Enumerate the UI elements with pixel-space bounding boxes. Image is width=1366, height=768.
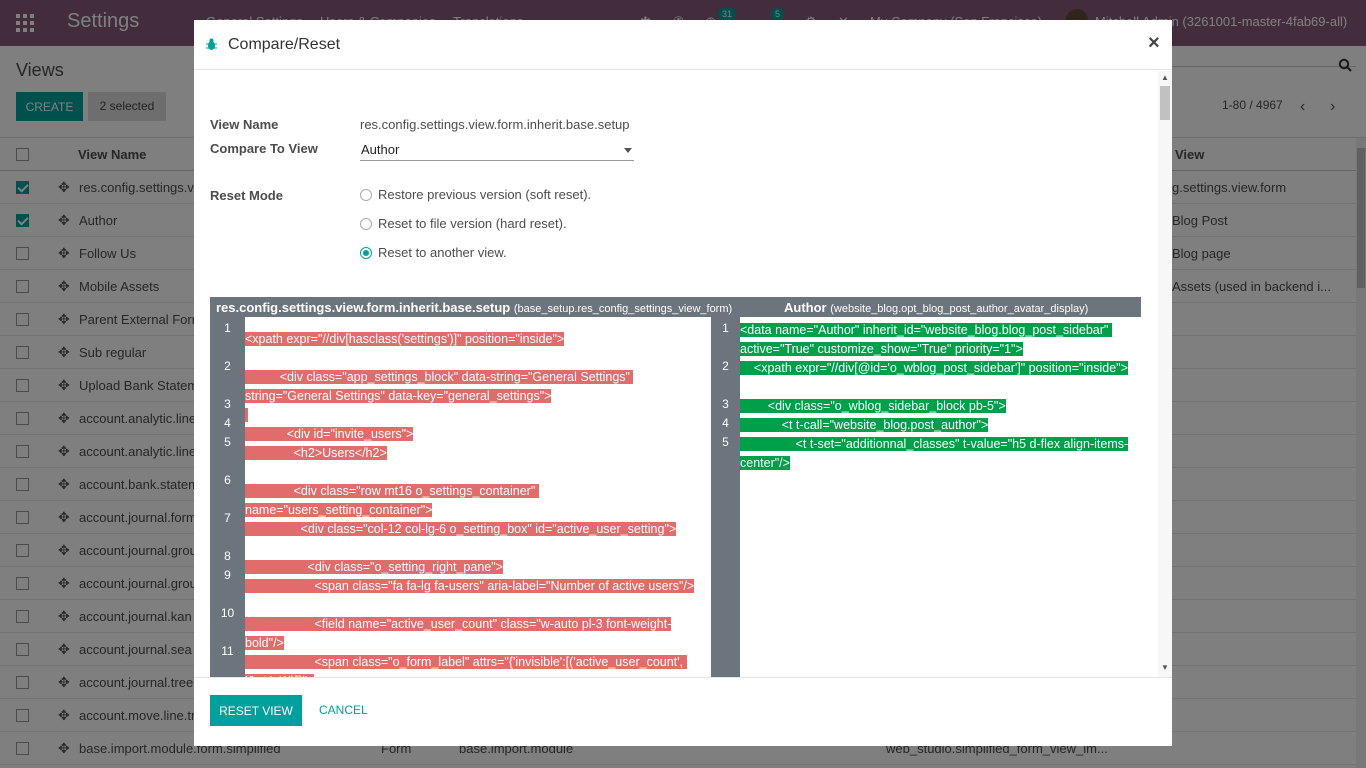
- removed-code-text: <div class="o_setting_right_pane">: [245, 560, 503, 574]
- diff-left-line-number: 10: [220, 606, 235, 620]
- diff-table: res.config.settings.view.form.inherit.ba…: [210, 297, 1141, 677]
- compare-reset-dialog: Compare/Reset × View Name res.config.set…: [194, 20, 1172, 746]
- dialog-header: Compare/Reset ×: [194, 20, 1172, 70]
- diff-left-line: <div class="o_setting_right_pane">: [245, 558, 710, 577]
- radio-soft-reset[interactable]: [360, 189, 372, 201]
- diff-right-line: <t t-call="website_blog.post_author">: [740, 416, 1140, 435]
- compare-to-view-label: Compare To View: [210, 141, 318, 156]
- diff-left-line: <xpath expr="//div[hasclass('settings')]…: [245, 330, 710, 349]
- radio-another-view[interactable]: [360, 247, 372, 259]
- removed-code-text: <span class="fa fa-lg fa-users" aria-lab…: [245, 579, 695, 593]
- added-code-text: <xpath expr="//div[@id='o_wblog_post_sid…: [740, 361, 1128, 375]
- view-name-value: res.config.settings.view.form.inherit.ba…: [360, 117, 630, 132]
- diff-left-line-number: 9: [224, 568, 231, 582]
- removed-code-text: <div id="invite_users">: [245, 427, 414, 441]
- radio-hard-reset-label[interactable]: Reset to file version (hard reset).: [378, 216, 567, 231]
- removed-code-text: <div class="row mt16 o_settings_containe…: [245, 484, 539, 517]
- diff-left-line: [245, 406, 710, 425]
- diff-left-line-number: 2: [224, 359, 231, 373]
- diff-left-line: <h2>Users</h2>: [245, 444, 710, 463]
- compare-to-view-value: Author: [361, 142, 400, 157]
- diff-right-line-number: 3: [722, 397, 729, 411]
- cancel-button[interactable]: CANCEL: [319, 703, 368, 717]
- close-icon[interactable]: ×: [1148, 32, 1160, 55]
- diff-left-line: <field name="active_user_count" class="w…: [245, 615, 710, 653]
- removed-code-text: <span class="o_form_label" attrs="{'invi…: [245, 655, 687, 677]
- diff-left-line: <div class="app_settings_block" data-str…: [245, 368, 710, 406]
- diff-left-line: <div id="invite_users">: [245, 425, 710, 444]
- radio-another-view-label[interactable]: Reset to another view.: [378, 245, 507, 260]
- removed-code-text: <h2>Users</h2>: [245, 446, 387, 460]
- diff-right-line: <data name="Author" inherit_id="website_…: [740, 321, 1140, 359]
- diff-left-line: <div class="col-12 col-lg-6 o_setting_bo…: [245, 520, 710, 539]
- diff-left-line-number: 5: [224, 435, 231, 449]
- diff-right-title: Author (website_blog.opt_blog_post_autho…: [784, 300, 1089, 315]
- dialog-scrollbar[interactable]: ▲ ▼: [1158, 71, 1172, 677]
- removed-code-text: <field name="active_user_count" class="w…: [245, 617, 672, 650]
- diff-left-title: res.config.settings.view.form.inherit.ba…: [216, 300, 733, 315]
- diff-left-line: <div class="row mt16 o_settings_containe…: [245, 482, 710, 520]
- view-name-label: View Name: [210, 117, 279, 132]
- diff-header: res.config.settings.view.form.inherit.ba…: [210, 297, 1141, 317]
- bug-icon: [206, 38, 217, 50]
- removed-code-text: <div class="app_settings_block" data-str…: [245, 370, 634, 403]
- diff-right-line-number: 2: [722, 359, 729, 373]
- diff-left-line-number: 3: [224, 397, 231, 411]
- added-code-text: <t t-set="additionnal_classes" t-value="…: [740, 437, 1129, 470]
- compare-to-view-select[interactable]: Author: [360, 140, 634, 161]
- added-code-text: <data name="Author" inherit_id="website_…: [740, 323, 1112, 356]
- added-code-text: <t t-call="website_blog.post_author">: [740, 418, 989, 432]
- dialog-title: Compare/Reset: [228, 36, 341, 53]
- scroll-down-icon[interactable]: ▼: [1161, 663, 1169, 672]
- reset-mode-label: Reset Mode: [210, 188, 283, 203]
- scroll-up-icon[interactable]: ▲: [1161, 73, 1169, 82]
- diff-left-line: <span class="o_form_label" attrs="{'invi…: [245, 653, 710, 677]
- radio-soft-reset-label[interactable]: Restore previous version (soft reset).: [378, 187, 591, 202]
- diff-right-subtitle: (website_blog.opt_blog_post_author_avata…: [830, 303, 1089, 315]
- removed-code-text: [245, 408, 249, 422]
- dialog-body: View Name res.config.settings.view.form.…: [194, 71, 1172, 677]
- diff-left-line-number: 6: [224, 473, 231, 487]
- removed-code-text: <div class="col-12 col-lg-6 o_setting_bo…: [245, 522, 677, 536]
- diff-right-line: <xpath expr="//div[@id='o_wblog_post_sid…: [740, 359, 1140, 378]
- diff-left-line-number: 8: [224, 549, 231, 563]
- radio-hard-reset[interactable]: [360, 218, 372, 230]
- diff-right-line-number: 1: [722, 321, 729, 335]
- diff-left-line-number: 1: [224, 321, 231, 335]
- diff-left-line-number: 7: [224, 511, 231, 525]
- removed-code-text: <xpath expr="//div[hasclass('settings')]…: [245, 332, 565, 346]
- diff-right-line-number: 4: [722, 416, 729, 430]
- diff-left-subtitle: (base_setup.res_config_settings_view_for…: [513, 303, 733, 315]
- diff-right-line-number: 5: [722, 435, 729, 449]
- reset-view-button[interactable]: RESET VIEW: [210, 695, 302, 726]
- diff-right-line: <div class="o_wblog_sidebar_block pb-5">: [740, 397, 1140, 416]
- diff-left-line: <span class="fa fa-lg fa-users" aria-lab…: [245, 577, 710, 596]
- diff-left-line-number: 4: [224, 416, 231, 430]
- diff-right-line: <t t-set="additionnal_classes" t-value="…: [740, 435, 1140, 473]
- diff-left-line-number: 11: [221, 644, 234, 658]
- chevron-down-icon: [624, 148, 632, 153]
- added-code-text: <div class="o_wblog_sidebar_block pb-5">: [740, 399, 1006, 413]
- dialog-footer: RESET VIEW CANCEL: [194, 677, 1172, 746]
